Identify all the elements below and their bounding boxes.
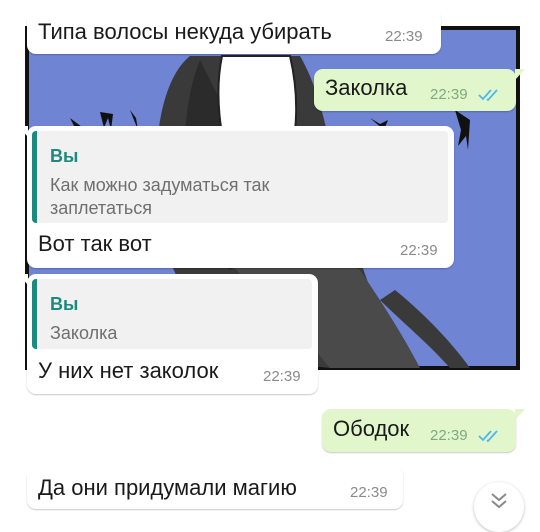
- message-time: 22:39: [430, 427, 468, 444]
- quote-author: Вы: [50, 294, 79, 314]
- message-time: 22:39: [430, 86, 468, 103]
- scroll-to-bottom-button[interactable]: [474, 482, 524, 532]
- quoted-message[interactable]: Вы Как можно задуматься так заплетаться: [32, 131, 448, 223]
- quote-text-line: заплетаться: [50, 198, 152, 218]
- message-text: У них нет заколок: [38, 358, 219, 383]
- double-check-read-icon: [478, 89, 498, 102]
- message-text: Заколка: [325, 75, 408, 100]
- message-time: 22:39: [263, 368, 301, 385]
- bubble-tail: [515, 409, 525, 420]
- message-bubble-incoming[interactable]: Типа волосы некуда убирать 22:39: [18, 10, 441, 54]
- double-check-read-icon: [478, 430, 498, 443]
- bubble-tail: [18, 466, 28, 477]
- double-chevron-down-icon: [491, 493, 507, 509]
- bubble-tail: [18, 274, 28, 285]
- message-text: Типа волосы некуда убирать: [38, 19, 332, 44]
- quote-text-line: Заколка: [50, 323, 118, 343]
- bubble-tail: [18, 10, 28, 21]
- message-bubble-outgoing[interactable]: Заколка 22:39: [314, 69, 525, 111]
- message-time: 22:39: [385, 28, 423, 45]
- quote-accent-bar: [32, 279, 37, 349]
- quote-author: Вы: [50, 146, 79, 166]
- message-text: Ободок: [333, 416, 410, 441]
- message-bubble-outgoing[interactable]: Ободок 22:39: [322, 409, 525, 452]
- message-text: Да они придумали магию: [38, 475, 297, 500]
- message-bubble-incoming-reply[interactable]: Вы Как можно задуматься так заплетаться …: [18, 126, 454, 268]
- message-time: 22:39: [400, 242, 438, 259]
- quote-text-line: Как можно задуматься так: [50, 175, 270, 195]
- message-time: 22:39: [350, 484, 388, 501]
- bubble-tail: [515, 69, 525, 80]
- message-bubble-incoming[interactable]: Да они придумали магию 22:39: [18, 466, 403, 509]
- bubble-tail: [18, 126, 28, 137]
- quote-accent-bar: [32, 131, 37, 223]
- message-text: Вот так вот: [38, 231, 152, 256]
- quoted-message[interactable]: Вы Заколка: [32, 279, 312, 349]
- message-bubble-incoming-reply[interactable]: Вы Заколка У них нет заколок 22:39: [18, 274, 318, 394]
